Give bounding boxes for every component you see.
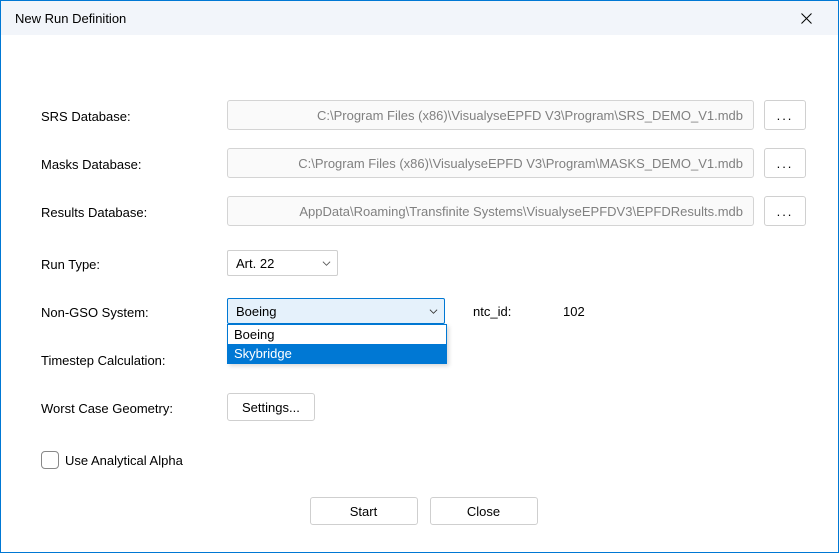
non-gso-dropdown-list: Boeing Skybridge: [227, 324, 447, 364]
close-window-button[interactable]: [784, 3, 828, 33]
run-type-value: Art. 22: [236, 256, 274, 271]
run-type-label: Run Type:: [41, 255, 227, 272]
dropdown-option-boeing[interactable]: Boeing: [228, 325, 446, 344]
srs-database-label: SRS Database:: [41, 107, 227, 124]
masks-browse-button[interactable]: ...: [764, 148, 806, 178]
chevron-down-icon: [429, 307, 438, 316]
results-browse-button[interactable]: ...: [764, 196, 806, 226]
chevron-down-icon: [322, 259, 331, 268]
results-database-label: Results Database:: [41, 203, 227, 220]
ntc-id-label: ntc_id:: [473, 304, 533, 319]
dropdown-option-skybridge[interactable]: Skybridge: [228, 344, 446, 363]
ntc-id-value: 102: [563, 304, 585, 319]
srs-database-input[interactable]: C:\Program Files (x86)\VisualyseEPFD V3\…: [227, 100, 754, 130]
results-database-input[interactable]: AppData\Roaming\Transfinite Systems\Visu…: [227, 196, 754, 226]
srs-browse-button[interactable]: ...: [764, 100, 806, 130]
window-title: New Run Definition: [15, 11, 784, 26]
use-analytical-alpha-label: Use Analytical Alpha: [65, 453, 183, 468]
non-gso-value: Boeing: [236, 304, 276, 319]
masks-database-label: Masks Database:: [41, 155, 227, 172]
masks-database-input[interactable]: C:\Program Files (x86)\VisualyseEPFD V3\…: [227, 148, 754, 178]
start-button[interactable]: Start: [310, 497, 418, 525]
close-icon: [801, 13, 812, 24]
worst-case-settings-button[interactable]: Settings...: [227, 393, 315, 421]
timestep-label: Timestep Calculation:: [41, 351, 227, 368]
non-gso-dropdown[interactable]: Boeing Boeing Skybridge: [227, 298, 445, 324]
run-type-dropdown[interactable]: Art. 22: [227, 250, 338, 276]
close-button[interactable]: Close: [430, 497, 538, 525]
use-analytical-alpha-checkbox[interactable]: [41, 451, 59, 469]
non-gso-label: Non-GSO System:: [41, 303, 227, 320]
worst-case-label: Worst Case Geometry:: [41, 399, 227, 416]
